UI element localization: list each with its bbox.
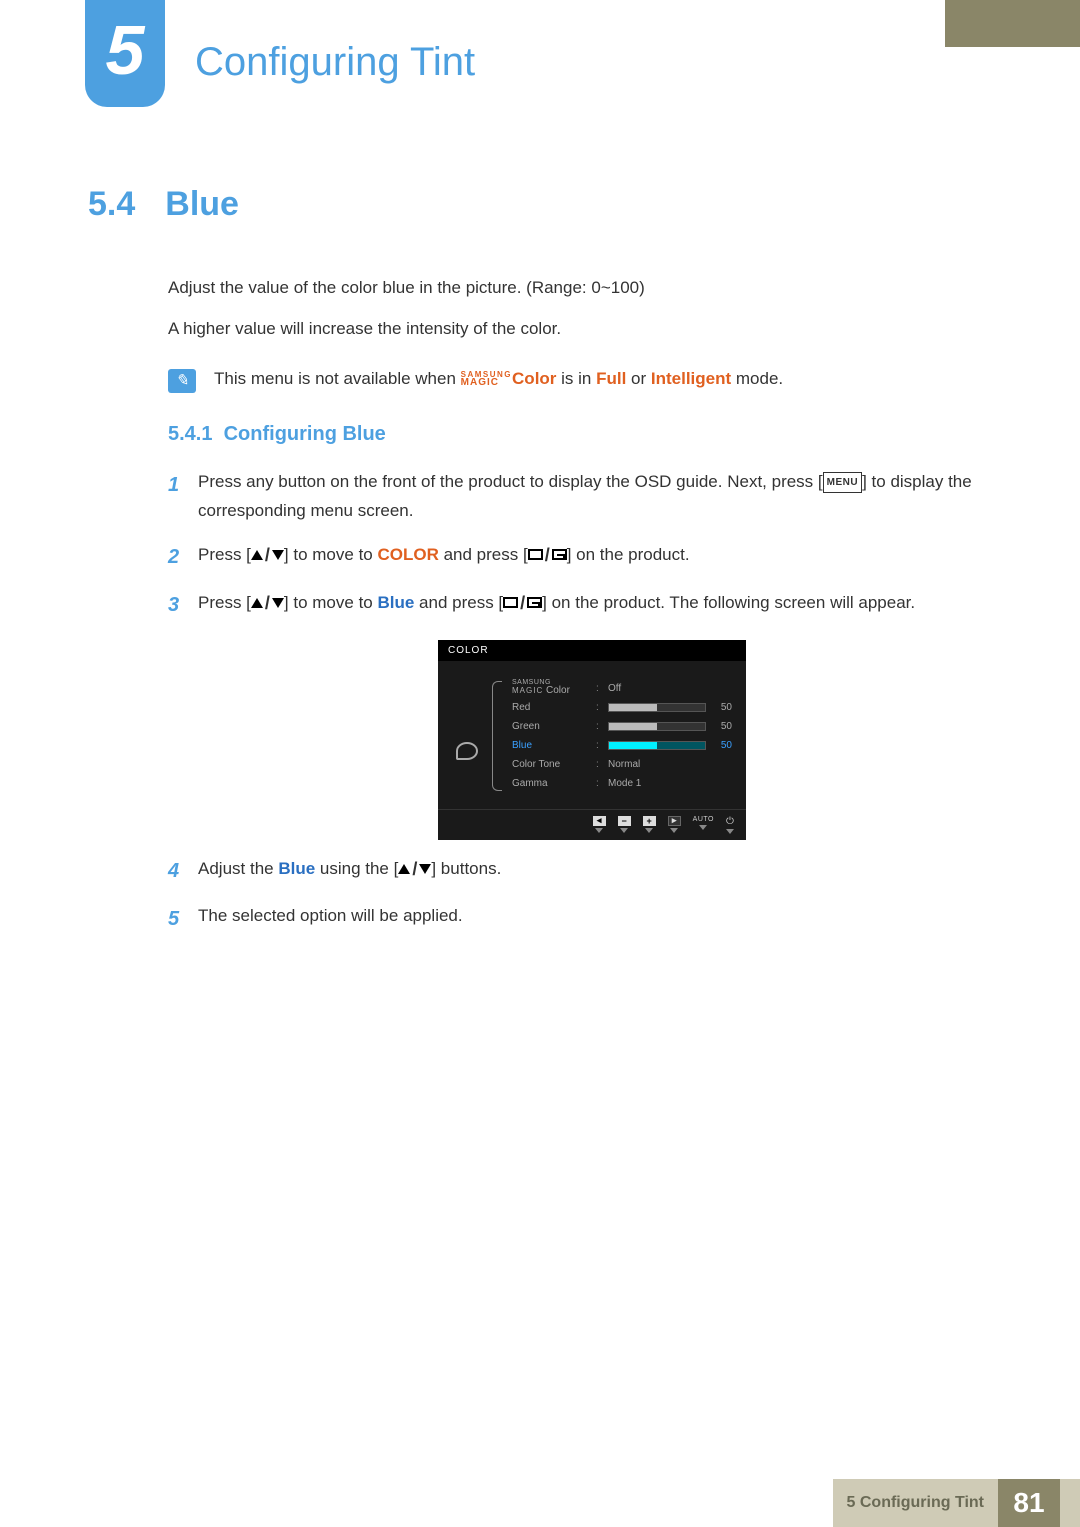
subsection-heading: 5.4.1 Configuring Blue (168, 423, 988, 446)
osd-screenshot: COLOR SAMSUNGMAGIC Color : Off Red : (438, 640, 746, 840)
page-content: 5.4 Blue Adjust the value of the color b… (88, 185, 988, 950)
note-block: This menu is not available when SAMSUNGM… (168, 369, 988, 393)
header-accent-bar (945, 0, 1080, 47)
footer-chapter-label: 5 Configuring Tint (833, 1479, 998, 1527)
osd-minus-icon: − (618, 816, 631, 834)
up-down-icon: / (251, 588, 284, 619)
chapter-badge: 5 (85, 0, 165, 107)
source-enter-icon: / (528, 540, 567, 571)
osd-footer: ◂ − + ▸ AUTO ⏻ (438, 809, 746, 834)
note-text: This menu is not available when SAMSUNGM… (214, 369, 783, 389)
osd-title: COLOR (438, 640, 746, 661)
section-title: Blue (165, 185, 239, 224)
osd-row-gamma: Gamma : Mode 1 (512, 774, 732, 793)
step-list: 1 Press any button on the front of the p… (168, 468, 988, 936)
step-1: 1 Press any button on the front of the p… (168, 468, 988, 526)
up-down-icon: / (398, 854, 431, 885)
note-icon (168, 369, 196, 393)
osd-auto-icon: AUTO (693, 816, 714, 834)
step-2: 2 Press [/] to move to COLOR and press [… (168, 540, 988, 574)
osd-row-green: Green : 50 (512, 717, 732, 736)
up-down-icon: / (251, 540, 284, 571)
step-4: 4 Adjust the Blue using the [/] buttons. (168, 854, 988, 888)
section-heading: 5.4 Blue (88, 185, 988, 224)
intro-line-1: Adjust the value of the color blue in th… (168, 274, 988, 303)
osd-power-icon: ⏻ (726, 816, 734, 834)
step-5: 5 The selected option will be applied. (168, 902, 988, 936)
osd-row-blue: Blue : 50 (512, 736, 732, 755)
osd-row-color-tone: Color Tone : Normal (512, 755, 732, 774)
source-enter-icon: / (503, 588, 542, 619)
osd-enter-icon: ▸ (668, 816, 681, 834)
osd-plus-icon: + (643, 816, 656, 834)
samsung-magic-logo: SAMSUNGMAGIC (461, 371, 512, 387)
page-footer: 5 Configuring Tint 81 (0, 1479, 1080, 1527)
osd-back-icon: ◂ (593, 816, 606, 834)
intro-line-2: A higher value will increase the intensi… (168, 315, 988, 344)
footer-page-number: 81 (998, 1479, 1060, 1527)
menu-button-label: MENU (823, 472, 862, 493)
palette-icon (456, 742, 478, 760)
section-number: 5.4 (88, 185, 135, 224)
chapter-title: Configuring Tint (195, 40, 475, 85)
osd-row-red: Red : 50 (512, 698, 732, 717)
osd-row-magic-color: SAMSUNGMAGIC Color : Off (512, 679, 732, 698)
step-3: 3 Press [/] to move to Blue and press [/… (168, 588, 988, 622)
chapter-number: 5 (106, 10, 145, 90)
